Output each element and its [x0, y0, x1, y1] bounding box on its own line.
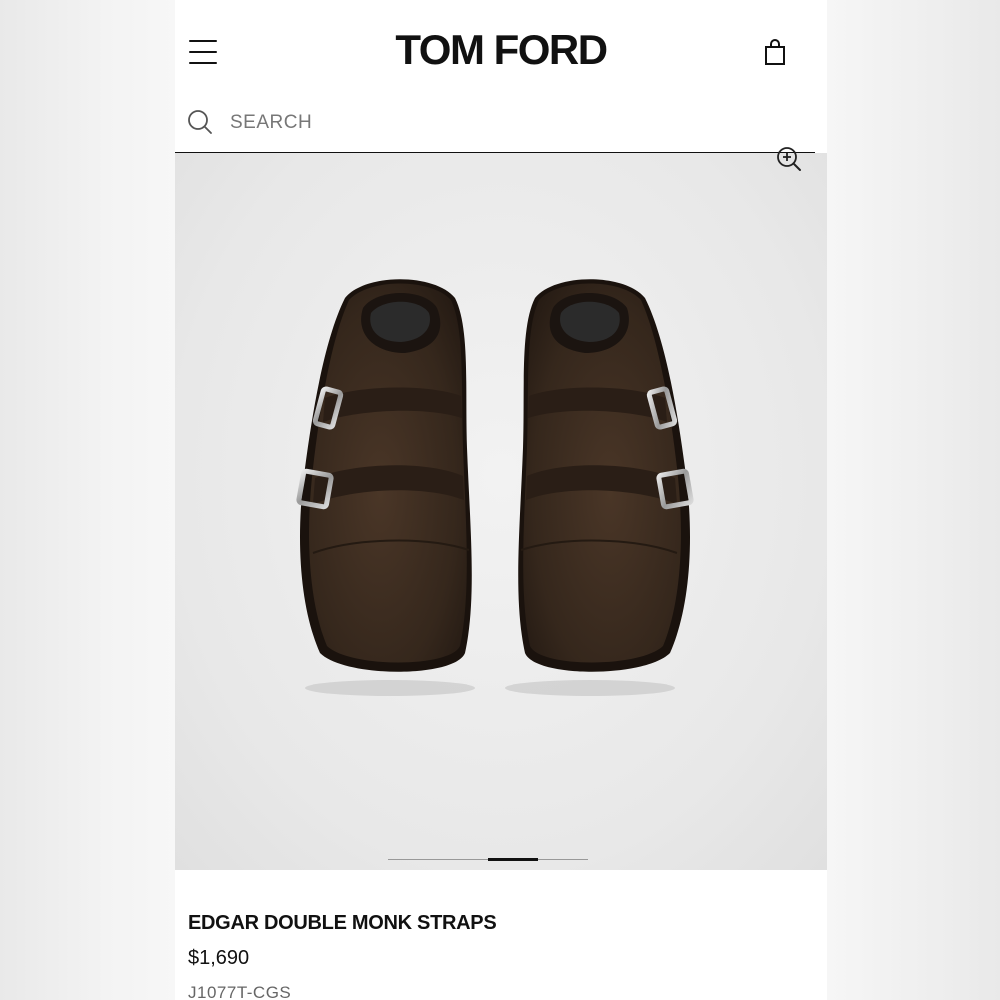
product-info: EDGAR DOUBLE MONK STRAPS $1,690 J1077T-C…	[175, 870, 827, 1000]
background-blur-left	[0, 0, 175, 1000]
slide-indicator[interactable]	[388, 858, 588, 861]
site-header: TOM FORD	[175, 0, 827, 100]
product-page: TOM FORD SEARCH EDGAR DOUBLE MONK STRAPS…	[175, 0, 827, 1000]
zoom-in-icon[interactable]	[775, 145, 803, 173]
product-name: EDGAR DOUBLE MONK STRAPS	[188, 912, 497, 934]
product-sku: J1077T-CGS	[188, 983, 292, 1000]
brand-logo[interactable]: TOM FORD	[175, 26, 827, 74]
shopping-bag-icon[interactable]	[763, 38, 787, 66]
product-image-gallery[interactable]	[175, 147, 827, 870]
search-bar	[175, 100, 815, 154]
search-input[interactable]	[230, 108, 750, 138]
background-blur-right	[827, 0, 1000, 1000]
product-price: $1,690	[188, 947, 250, 969]
slide-indicator-active	[488, 858, 538, 861]
product-image	[296, 279, 694, 696]
search-icon[interactable]	[187, 109, 213, 135]
